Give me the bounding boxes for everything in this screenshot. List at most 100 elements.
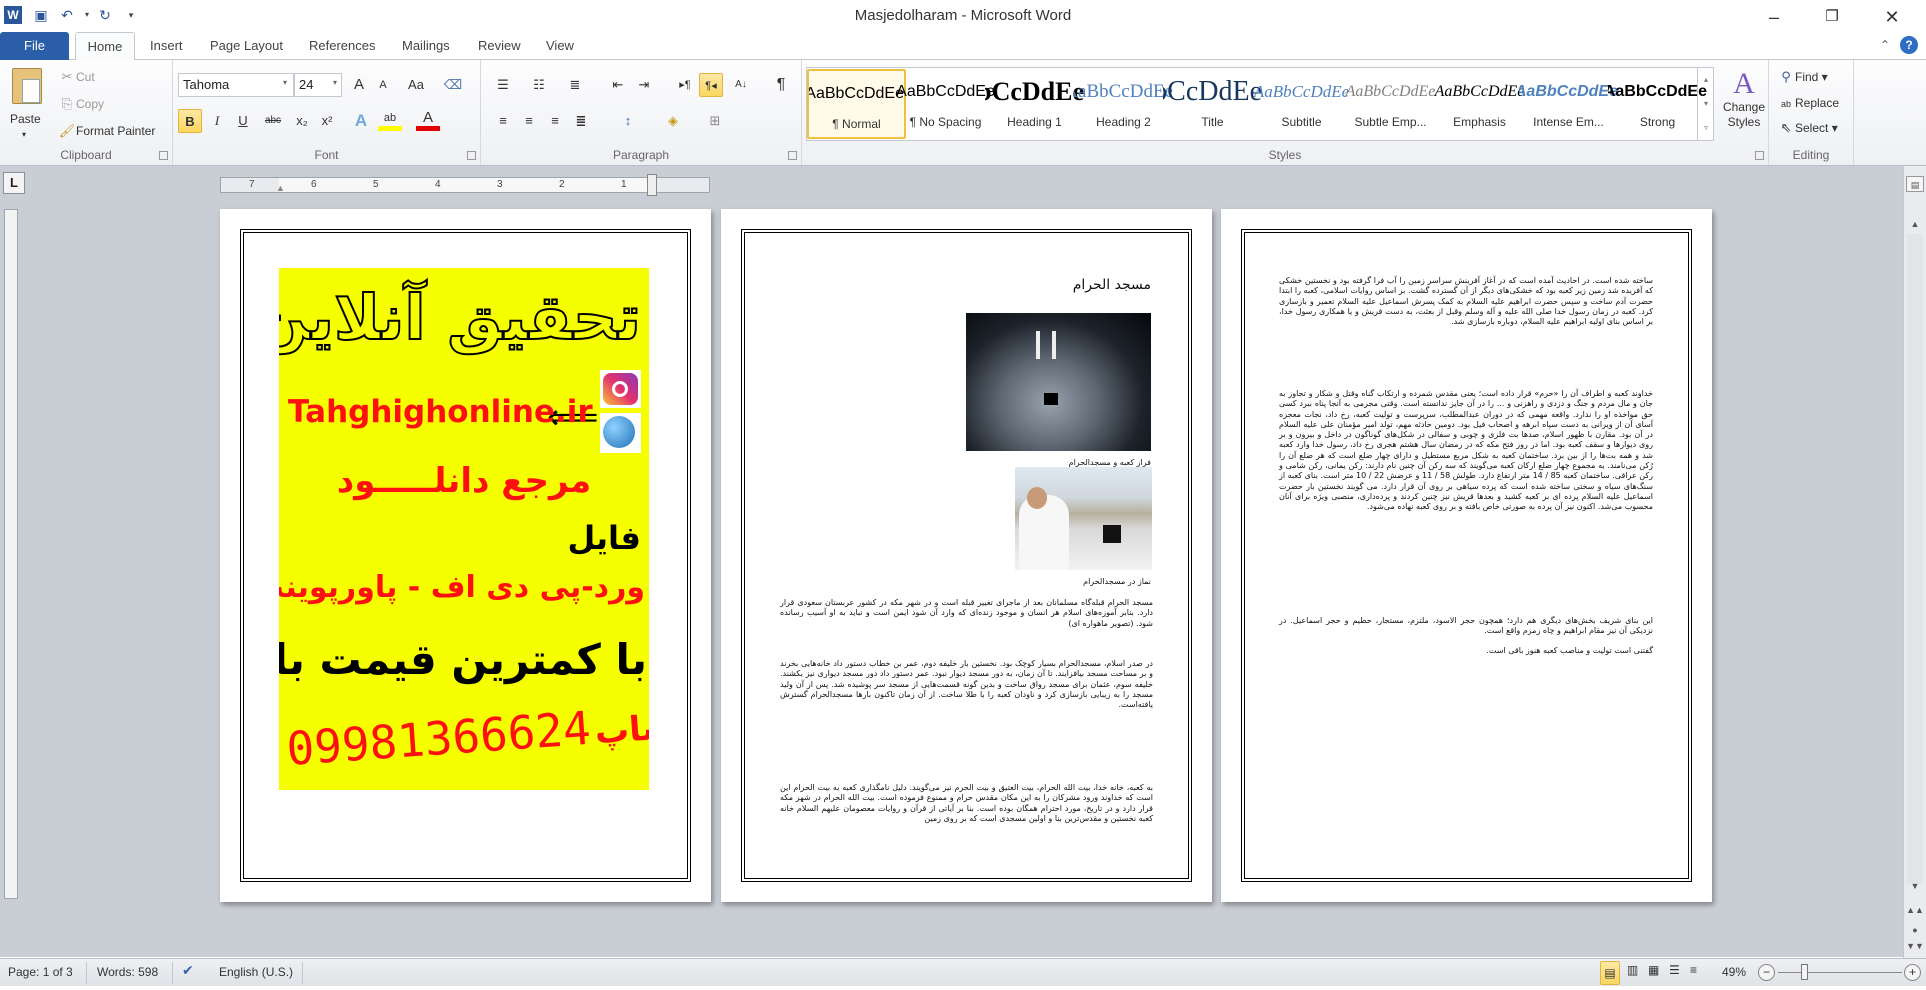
underline-button[interactable]: U	[231, 109, 255, 133]
justify-icon[interactable]: ≣	[569, 109, 593, 133]
tab-review[interactable]: Review	[472, 32, 527, 60]
indent-marker[interactable]	[647, 174, 657, 196]
style-heading-1[interactable]: AaBbCcDdEe Heading 1	[985, 69, 1084, 139]
tab-selector-button[interactable]: L	[3, 172, 25, 194]
right-indent-marker[interactable]: ▲	[276, 183, 285, 193]
minimize-ribbon-icon[interactable]: ⌃	[1880, 38, 1890, 52]
clipboard-launcher-icon[interactable]	[159, 151, 168, 160]
scroll-track[interactable]	[1907, 234, 1923, 884]
align-center-icon[interactable]: ≡	[517, 109, 541, 133]
find-button[interactable]: ⚲ Find ▾	[1777, 68, 1827, 86]
zoom-out-button[interactable]: −	[1758, 964, 1775, 981]
copy-button[interactable]: ⎘ Copy	[58, 95, 104, 113]
format-painter-button[interactable]: 🖌Format Painter	[58, 122, 156, 140]
font-name-dropdown-icon[interactable]: ▾	[283, 78, 287, 87]
vertical-scrollbar[interactable]: ▤ ▲ ▼ ▲▲ ● ▼▼	[1903, 166, 1926, 958]
style-emphasis[interactable]: AaBbCcDdEe Emphasis	[1430, 69, 1529, 139]
browse-object-icon[interactable]: ●	[1906, 922, 1924, 938]
tab-references[interactable]: References	[303, 32, 381, 60]
language[interactable]: English (U.S.)	[219, 965, 293, 979]
style-no-spacing[interactable]: AaBbCcDdEe ¶ No Spacing	[896, 69, 995, 139]
full-screen-reading-view-icon[interactable]: ▥	[1627, 963, 1638, 977]
style-strong[interactable]: AaBbCcDdEe Strong	[1608, 69, 1707, 139]
zoom-level[interactable]: 49%	[1722, 965, 1746, 979]
align-left-icon[interactable]: ≡	[491, 109, 515, 133]
close-button[interactable]: ✕	[1870, 4, 1914, 30]
paragraph-launcher-icon[interactable]	[788, 151, 797, 160]
shading-icon[interactable]: ◈	[661, 109, 685, 133]
tab-view[interactable]: View	[540, 32, 580, 60]
font-color-icon[interactable]: A	[416, 106, 440, 131]
style-title[interactable]: AaBbCcDdEe Title	[1163, 69, 1262, 139]
restore-button[interactable]: ❐	[1810, 4, 1854, 30]
zoom-slider-track[interactable]	[1778, 972, 1902, 973]
line-spacing-icon[interactable]: ↕	[616, 109, 640, 133]
previous-page-icon[interactable]: ▲▲	[1906, 902, 1924, 918]
vertical-ruler[interactable]	[4, 209, 18, 899]
ruler-number: 7	[249, 179, 255, 190]
gallery-up-icon[interactable]: ▴	[1698, 68, 1714, 92]
print-layout-view-icon[interactable]: ▤	[1600, 961, 1620, 985]
highlight-icon[interactable]: ab	[378, 106, 402, 131]
show-formatting-button[interactable]: ¶	[769, 73, 793, 97]
proofing-icon[interactable]: ✔	[182, 962, 194, 979]
gallery-scroll[interactable]: ▴ ▾ ▿	[1697, 68, 1714, 140]
outline-view-icon[interactable]: ☰	[1669, 963, 1680, 977]
web-layout-view-icon[interactable]: ▦	[1648, 963, 1659, 977]
styles-launcher-icon[interactable]	[1755, 151, 1764, 160]
style-normal[interactable]: AaBbCcDdEe ¶ Normal	[807, 69, 906, 139]
scroll-down-icon[interactable]: ▼	[1906, 878, 1924, 894]
ltr-icon[interactable]: ▸¶	[673, 73, 697, 97]
tab-page-layout[interactable]: Page Layout	[204, 32, 289, 60]
borders-icon[interactable]: ⊞	[703, 109, 727, 133]
zoom-slider-thumb[interactable]	[1800, 964, 1808, 980]
zoom-in-button[interactable]: +	[1904, 964, 1921, 981]
grow-font-button[interactable]: A	[347, 73, 371, 97]
italic-button[interactable]: I	[205, 109, 229, 133]
clear-formatting-icon[interactable]: ⌫	[441, 73, 465, 97]
shrink-font-button[interactable]: A	[371, 73, 395, 97]
help-icon[interactable]: ?	[1900, 36, 1918, 54]
next-page-icon[interactable]: ▼▼	[1906, 938, 1924, 954]
font-size-dropdown-icon[interactable]: ▾	[333, 78, 337, 87]
superscript-button[interactable]: x²	[315, 109, 339, 133]
multilevel-list-icon[interactable]: ≣	[563, 73, 587, 97]
text-effects-icon[interactable]: A	[349, 109, 373, 133]
bold-button[interactable]: B	[178, 109, 202, 133]
align-right-icon[interactable]: ≡	[543, 109, 567, 133]
gallery-down-icon[interactable]: ▾	[1698, 92, 1714, 116]
word-count[interactable]: Words: 598	[97, 965, 158, 979]
cut-button[interactable]: ✂ Cut	[58, 68, 95, 86]
tab-home[interactable]: Home	[75, 32, 135, 61]
strikethrough-button[interactable]: abc	[259, 109, 287, 133]
paste-dropdown-icon[interactable]: ▾	[22, 126, 26, 144]
subscript-button[interactable]: x₂	[290, 109, 314, 133]
style-subtle-emp[interactable]: AaBbCcDdEe Subtle Emp...	[1341, 69, 1440, 139]
rtl-icon[interactable]: ¶◂	[699, 73, 723, 97]
tab-file[interactable]: File	[0, 32, 69, 60]
paste-icon[interactable]	[12, 68, 42, 104]
view-ruler-icon[interactable]: ▤	[1906, 176, 1924, 192]
select-button[interactable]: ⇖ Select ▾	[1777, 119, 1838, 137]
gallery-more-icon[interactable]: ▿	[1698, 116, 1714, 140]
bullets-icon[interactable]: ☰	[491, 73, 515, 97]
style-heading-2[interactable]: AaBbCcDdEe Heading 2	[1074, 69, 1173, 139]
decrease-indent-icon[interactable]: ⇤	[606, 73, 630, 97]
page-count[interactable]: Page: 1 of 3	[8, 965, 73, 979]
change-case-button[interactable]: Aa	[401, 73, 431, 97]
horizontal-ruler[interactable]: 7 6 5 4 3 2 1 ▲	[220, 174, 710, 196]
font-launcher-icon[interactable]	[467, 151, 476, 160]
style-intense-em[interactable]: AaBbCcDdEe Intense Em...	[1519, 69, 1618, 139]
tab-mailings[interactable]: Mailings	[396, 32, 456, 60]
font-name-select[interactable]: Tahoma	[178, 73, 294, 97]
tab-insert[interactable]: Insert	[144, 32, 189, 60]
draft-view-icon[interactable]: ≡	[1690, 963, 1697, 977]
numbering-icon[interactable]: ☷	[527, 73, 551, 97]
sort-icon[interactable]: A↓	[729, 73, 753, 97]
change-styles-button[interactable]: A Change Styles	[1722, 68, 1766, 130]
scroll-up-icon[interactable]: ▲	[1906, 216, 1924, 232]
minimize-button[interactable]: –	[1752, 4, 1796, 30]
replace-button[interactable]: ab Replace	[1777, 94, 1839, 113]
style-subtitle[interactable]: AaBbCcDdEe Subtitle	[1252, 69, 1351, 139]
increase-indent-icon[interactable]: ⇥	[632, 73, 656, 97]
